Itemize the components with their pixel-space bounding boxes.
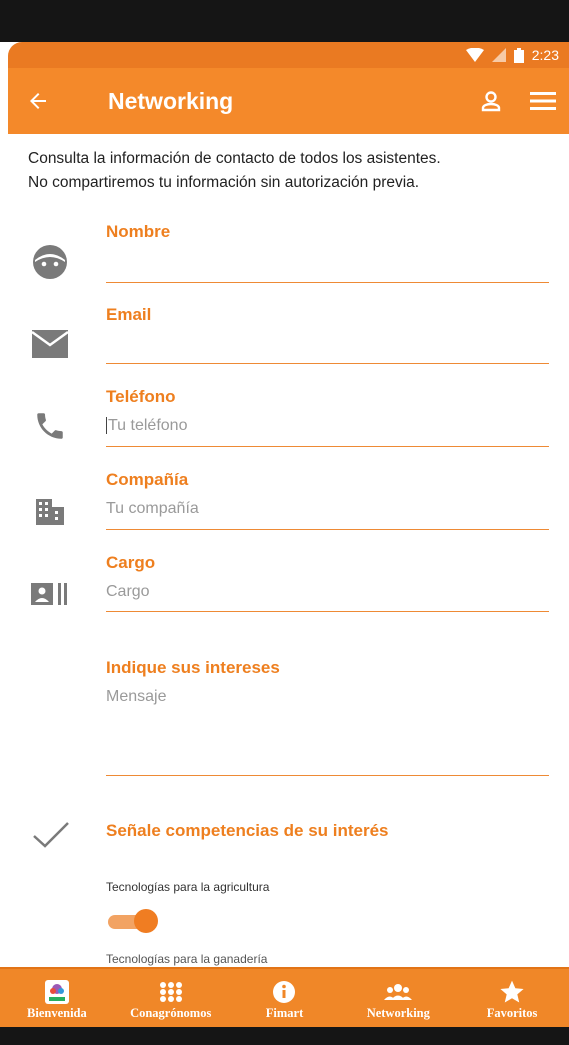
compania-field[interactable]: Compañía Tu compañía [106, 470, 549, 530]
nombre-field[interactable]: Nombre [106, 222, 549, 283]
cargo-input[interactable]: Cargo [106, 583, 549, 601]
battery-icon [513, 47, 524, 63]
nav-item-fimart[interactable]: Fimart [228, 969, 342, 1029]
person-icon [481, 91, 501, 112]
compania-label: Compañía [106, 470, 189, 489]
page-title: Networking [108, 87, 234, 114]
telefono-label: Teléfono [106, 387, 176, 406]
menu-button[interactable] [517, 90, 569, 112]
status-time: 2:23 [531, 47, 559, 63]
star-icon [499, 978, 525, 1006]
profile-button[interactable] [465, 89, 517, 113]
logo-icon [44, 978, 70, 1006]
back-button[interactable] [8, 89, 68, 113]
device-bottom-bezel [0, 1027, 569, 1045]
building-icon [26, 491, 74, 531]
cargo-field[interactable]: Cargo Cargo [106, 553, 549, 612]
toggle-agricultura[interactable] [106, 908, 158, 934]
cargo-label: Cargo [106, 553, 156, 572]
signal-icon [491, 48, 506, 62]
wifi-icon [465, 48, 484, 62]
email-field[interactable]: Email [106, 305, 549, 364]
intereses-label: Indique sus intereses [106, 658, 280, 677]
people-icon [384, 978, 413, 1006]
checkmark-icon [32, 820, 70, 855]
option-label-agricultura: Tecnologías para la agricultura [106, 880, 270, 894]
nav-item-favoritos[interactable]: Favoritos [455, 969, 569, 1029]
arrow-left-icon [30, 93, 46, 109]
intereses-field[interactable]: Indique sus intereses Mensaje [106, 658, 549, 776]
intro-text: Consulta la información de contacto de t… [28, 150, 441, 191]
email-label: Email [106, 305, 152, 324]
competencias-title: Señale competencias de su interés [106, 821, 389, 840]
intereses-textarea[interactable]: Mensaje [106, 688, 549, 706]
nombre-label: Nombre [106, 222, 171, 241]
nav-item-networking[interactable]: Networking [341, 969, 455, 1029]
app-bar: Networking [8, 68, 569, 134]
nav-item-bienvenida[interactable]: Bienvenida [0, 969, 114, 1029]
status-bar: 2:23 [8, 42, 569, 68]
text-cursor [106, 417, 107, 435]
telefono-input[interactable]: Tu teléfono [108, 417, 187, 434]
face-icon [26, 242, 74, 282]
mail-icon [26, 324, 74, 364]
telefono-field[interactable]: Teléfono Tu teléfono [106, 387, 549, 447]
compania-input[interactable]: Tu compañía [106, 500, 549, 518]
device-top-bezel [0, 0, 569, 42]
nav-item-conagronomos[interactable]: Conagrónomos [114, 969, 228, 1029]
hamburger-icon [530, 92, 556, 110]
grid-icon [159, 978, 183, 1006]
id-card-icon [26, 574, 74, 614]
phone-icon [26, 406, 74, 446]
bottom-nav: Bienvenida Conagrónomos Fimart Networkin… [0, 967, 569, 1029]
option-label-ganaderia: Tecnologías para la ganadería [106, 952, 268, 966]
info-icon [272, 978, 296, 1006]
